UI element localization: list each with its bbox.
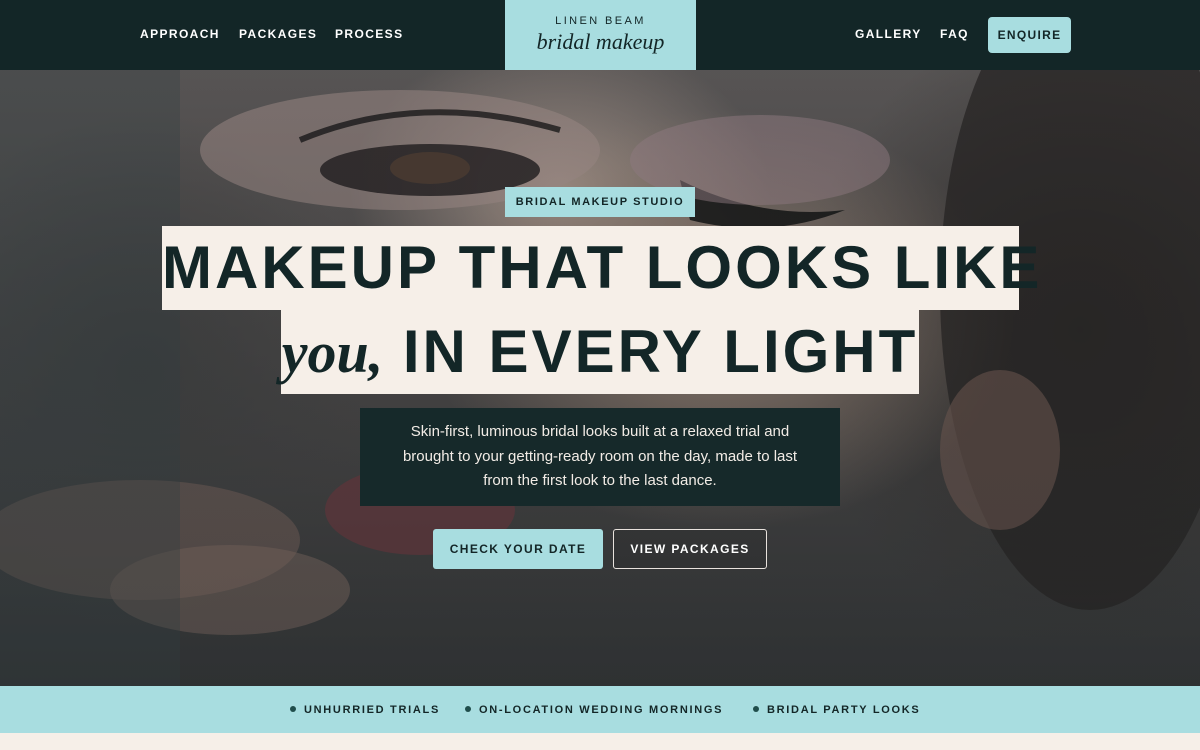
feature-item: UNHURRIED TRIALS — [290, 702, 440, 718]
enquire-button[interactable]: ENQUIRE — [988, 17, 1071, 53]
feature-label: UNHURRIED TRIALS — [304, 704, 440, 716]
headline-text-2: IN EVERY LIGHT — [383, 318, 919, 385]
feature-label: ON-LOCATION WEDDING MORNINGS — [479, 704, 724, 716]
nav-approach[interactable]: APPROACH — [140, 26, 220, 42]
hero-eyebrow-label: BRIDAL MAKEUP STUDIO — [505, 187, 695, 217]
logo-wordmark-script: bridal makeup — [536, 29, 665, 54]
bullet-dot-icon — [753, 706, 759, 712]
hero-headline-line-1: MAKEUP THAT LOOKS LIKE — [162, 226, 1039, 310]
view-packages-button[interactable]: VIEW PACKAGES — [613, 529, 767, 569]
feature-item: ON-LOCATION WEDDING MORNINGS — [465, 702, 723, 718]
site-logo[interactable]: LINEN BEAM bridal makeup — [505, 0, 696, 70]
feature-label: BRIDAL PARTY LOOKS — [767, 704, 921, 716]
feature-strip: UNHURRIED TRIALS ON-LOCATION WEDDING MOR… — [0, 686, 1200, 733]
logo-wordmark-top: LINEN BEAM — [555, 15, 646, 27]
bullet-dot-icon — [290, 706, 296, 712]
nav-packages[interactable]: PACKAGES — [239, 26, 317, 42]
headline-accent-word: you, — [281, 320, 384, 385]
bullet-dot-icon — [465, 706, 471, 712]
nav-process[interactable]: PROCESS — [335, 26, 403, 42]
site-header: APPROACH PACKAGES PROCESS LINEN BEAM bri… — [0, 0, 1200, 70]
feature-item: BRIDAL PARTY LOOKS — [753, 702, 920, 718]
hero-description: Skin-first, luminous bridal looks built … — [360, 408, 840, 506]
nav-gallery[interactable]: GALLERY — [855, 26, 922, 42]
nav-faq[interactable]: FAQ — [940, 26, 969, 42]
headline-text-1: MAKEUP THAT LOOKS LIKE — [162, 234, 1043, 301]
hero-section: BRIDAL MAKEUP STUDIO MAKEUP THAT LOOKS L… — [0, 70, 1200, 686]
check-your-date-button[interactable]: CHECK YOUR DATE — [433, 529, 603, 569]
hero-headline-line-2: you, IN EVERY LIGHT — [281, 310, 919, 394]
next-section-edge — [0, 733, 1200, 750]
